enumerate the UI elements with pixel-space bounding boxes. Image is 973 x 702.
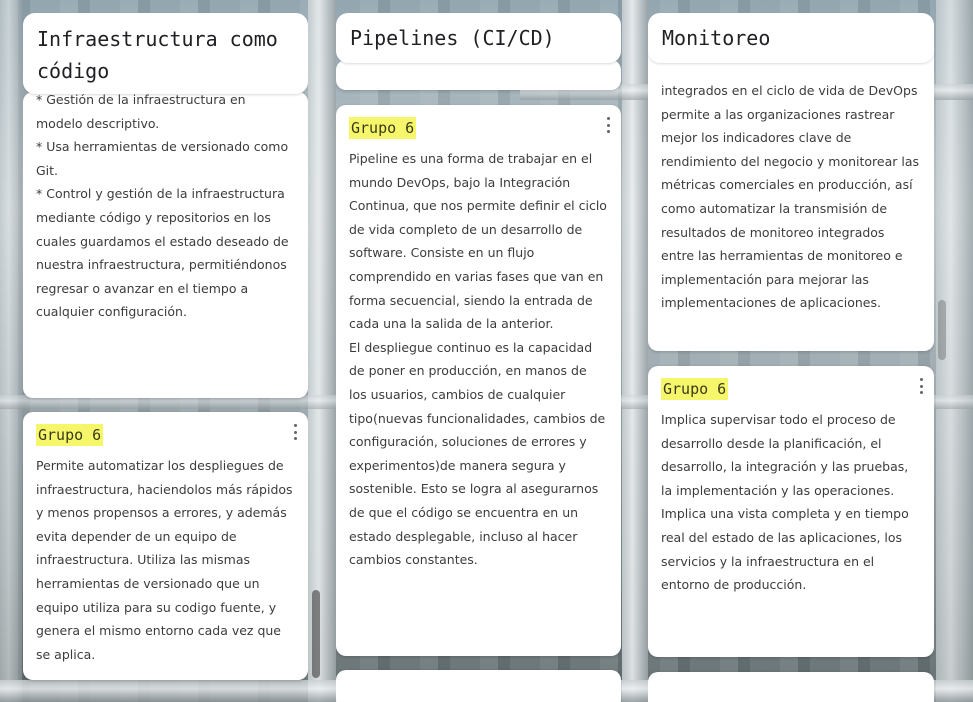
more-vert-icon[interactable] <box>918 378 924 394</box>
note-card[interactable]: Grupo 6 Pipeline es una forma de trabaja… <box>336 105 621 656</box>
note-card-body: * Gestión de la infraestructura en model… <box>36 92 289 320</box>
column-monitoreo: integrados en el ciclo de vida de DevOps… <box>648 0 934 702</box>
column-title: Pipelines (CI/CD) <box>336 13 621 63</box>
column-title: Monitoreo <box>648 13 934 63</box>
column-infraestructura: * Gestión de la infraestructura en model… <box>23 0 308 702</box>
note-card-body: Permite automatizar los despliegues de i… <box>36 458 293 662</box>
column-scrollbar[interactable] <box>312 590 320 678</box>
column-pipelines: Pipelines (CI/CD) Grupo 6 Pipeline es un… <box>336 0 621 702</box>
column-scrollbar[interactable] <box>938 300 946 360</box>
note-card-partial[interactable] <box>336 60 621 90</box>
more-vert-icon[interactable] <box>292 424 298 440</box>
note-card-body: Implica supervisar todo el proceso de de… <box>661 412 909 593</box>
note-card[interactable]: Grupo 6 Permite automatizar los desplieg… <box>23 412 308 680</box>
note-card-body: integrados en el ciclo de vida de DevOps… <box>661 83 920 311</box>
note-card-author: Grupo 6 <box>36 424 104 446</box>
more-vert-icon[interactable] <box>605 117 611 133</box>
note-card[interactable]: integrados en el ciclo de vida de DevOps… <box>648 40 934 351</box>
note-card-partial[interactable] <box>336 670 621 702</box>
note-card[interactable]: * Gestión de la infraestructura en model… <box>23 92 308 398</box>
note-card-author: Grupo 6 <box>349 117 417 139</box>
note-card[interactable]: Grupo 6 Implica supervisar todo el proce… <box>648 366 934 657</box>
column-title: Infraestructura como código <box>23 13 308 94</box>
note-card-author: Grupo 6 <box>661 378 729 400</box>
note-card-body: Pipeline es una forma de trabajar en el … <box>349 151 607 568</box>
note-card-partial[interactable] <box>648 672 934 702</box>
